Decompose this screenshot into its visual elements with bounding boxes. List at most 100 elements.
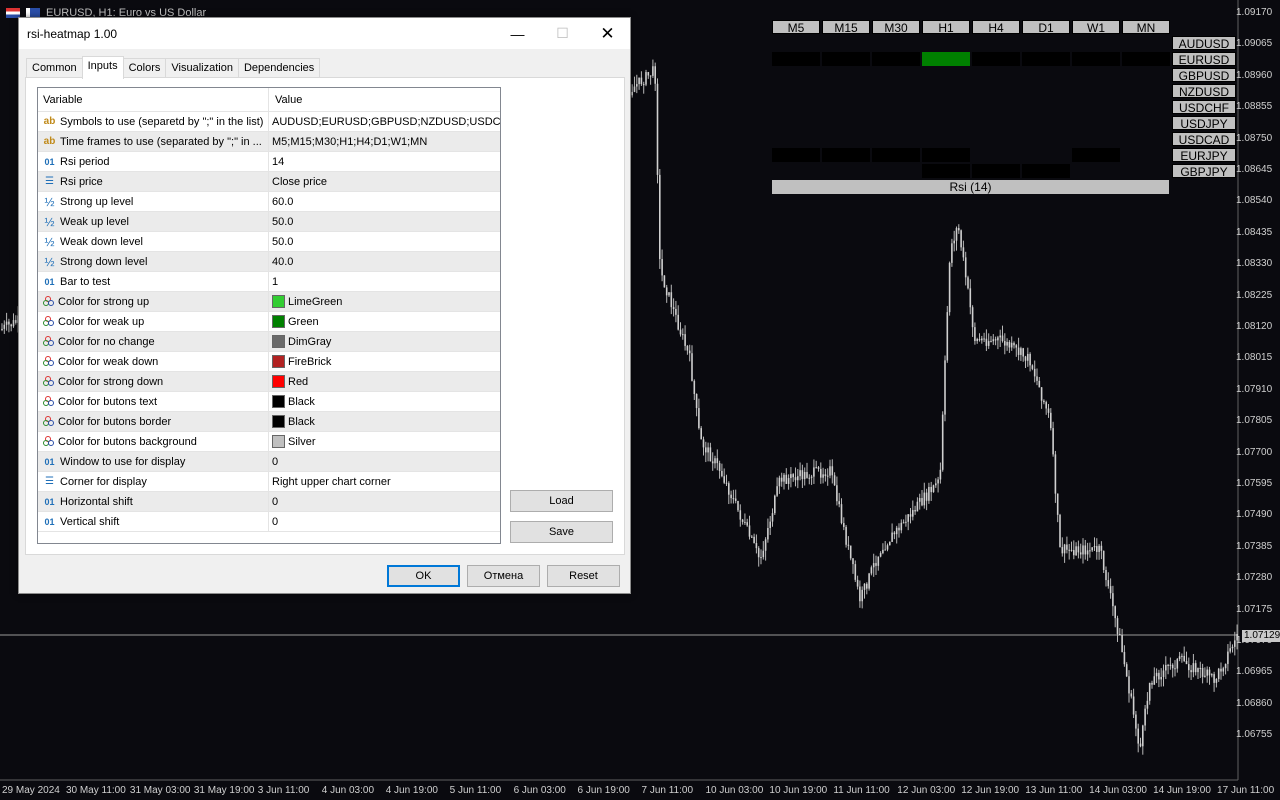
candle-body <box>797 476 799 481</box>
parameter-row[interactable]: Color for weak down FireBrick <box>38 352 500 372</box>
parameter-value-cell[interactable]: Red <box>269 372 500 391</box>
candle-body <box>1077 546 1080 553</box>
parameter-value-cell[interactable]: Silver <box>269 432 500 451</box>
timeframe-button-m15[interactable]: M15 <box>822 20 870 35</box>
parameter-row[interactable]: ab Time frames to use (separated by ";" i… <box>38 132 500 152</box>
symbol-button-gbpusd[interactable]: GBPUSD <box>1172 68 1236 83</box>
tab-dependencies[interactable]: Dependencies <box>237 58 321 79</box>
parameter-value-cell[interactable]: 50.0 <box>269 232 500 251</box>
candle-body <box>939 469 942 480</box>
parameter-row[interactable]: ☰ Corner for display Right upper chart cor… <box>38 472 500 492</box>
candle-body <box>633 86 636 92</box>
parameter-value-cell[interactable]: 0 <box>269 492 500 511</box>
parameter-row[interactable]: Color for butons text Black <box>38 392 500 412</box>
parameter-row[interactable]: 01 Bar to test 1 <box>38 272 500 292</box>
candle-body <box>1070 549 1073 551</box>
close-icon[interactable]: ✕ <box>585 18 630 49</box>
timeframe-button-d1[interactable]: D1 <box>1022 20 1070 35</box>
symbol-button-usdchf[interactable]: USDCHF <box>1172 100 1236 115</box>
parameter-row[interactable]: ½ Weak down level 50.0 <box>38 232 500 252</box>
candle-body <box>695 393 698 409</box>
reset-button[interactable]: Reset <box>547 565 620 587</box>
parameter-name-cell: Color for butons background <box>38 432 269 451</box>
timeframe-button-m5[interactable]: M5 <box>772 20 820 35</box>
candle-body <box>843 523 845 527</box>
candle-body <box>1029 353 1031 366</box>
parameter-value-cell[interactable]: 40.0 <box>269 252 500 271</box>
parameter-name-cell: ½ Weak down level <box>38 232 269 251</box>
parameter-value-cell[interactable]: LimeGreen <box>269 292 500 311</box>
parameter-value-cell[interactable]: 50.0 <box>269 212 500 231</box>
candle-body <box>652 66 654 76</box>
parameter-value-cell[interactable]: Green <box>269 312 500 331</box>
parameter-name: Color for butons background <box>58 435 197 448</box>
tab-inputs[interactable]: Inputs <box>81 56 124 79</box>
candle-body <box>1098 545 1100 552</box>
symbol-button-nzdusd[interactable]: NZDUSD <box>1172 84 1236 99</box>
column-header-value[interactable]: Value <box>269 88 500 111</box>
timeframe-button-h1[interactable]: H1 <box>922 20 970 35</box>
parameter-value-cell[interactable]: 0 <box>269 452 500 471</box>
price-axis-label: 1.07700 <box>1236 446 1273 458</box>
tab-colors[interactable]: Colors <box>122 58 167 79</box>
cancel-button[interactable]: Отмена <box>467 565 540 587</box>
candle-body <box>3 324 6 329</box>
color-swatch <box>272 375 285 388</box>
parameter-value: 50.0 <box>272 215 294 228</box>
parameter-row[interactable]: ½ Strong up level 60.0 <box>38 192 500 212</box>
minimize-icon[interactable]: — <box>495 18 540 49</box>
parameter-value-cell[interactable]: M5;M15;M30;H1;H4;D1;W1;MN <box>269 132 500 151</box>
candle-body <box>665 287 668 296</box>
symbol-button-usdcad[interactable]: USDCAD <box>1172 132 1236 147</box>
tab-visualization[interactable]: Visualization <box>165 58 239 79</box>
parameter-value: 0 <box>272 515 279 528</box>
parameter-row[interactable]: 01 Horizontal shift 0 <box>38 492 500 512</box>
save-button[interactable]: Save <box>510 521 613 543</box>
candle-body <box>1194 663 1197 673</box>
timeframe-button-mn[interactable]: MN <box>1122 20 1170 35</box>
maximize-icon[interactable]: ☐ <box>540 18 585 49</box>
parameter-value-cell[interactable]: Close price <box>269 172 500 191</box>
parameter-value-cell[interactable]: Black <box>269 392 500 411</box>
parameter-row[interactable]: 01 Window to use for display 0 <box>38 452 500 472</box>
parameter-value-cell[interactable]: 0 <box>269 512 500 531</box>
parameter-value-cell[interactable]: Right upper chart corner <box>269 472 500 491</box>
candle-body <box>1185 661 1188 665</box>
parameter-row[interactable]: Color for weak up Green <box>38 312 500 332</box>
parameter-value-cell[interactable]: AUDUSD;EURUSD;GBPUSD;NZDUSD;USDCH... <box>269 112 500 131</box>
timeframe-button-h4[interactable]: H4 <box>972 20 1020 35</box>
parameter-row[interactable]: Color for butons border Black <box>38 412 500 432</box>
parameter-row[interactable]: Color for no change DimGray <box>38 332 500 352</box>
symbol-button-usdjpy[interactable]: USDJPY <box>1172 116 1236 131</box>
load-button[interactable]: Load <box>510 490 613 512</box>
symbol-button-eurusd[interactable]: EURUSD <box>1172 52 1236 67</box>
parameter-row[interactable]: ½ Weak up level 50.0 <box>38 212 500 232</box>
heatmap-cell <box>822 52 870 66</box>
parameter-row[interactable]: Color for butons background Silver <box>38 432 500 452</box>
candle-body <box>976 339 978 342</box>
column-header-variable[interactable]: Variable <box>38 88 269 111</box>
parameter-row[interactable]: Color for strong up LimeGreen <box>38 292 500 312</box>
parameter-value-cell[interactable]: 1 <box>269 272 500 291</box>
parameter-row[interactable]: ½ Strong down level 40.0 <box>38 252 500 272</box>
ok-button[interactable]: OK <box>387 565 460 587</box>
parameter-value: FireBrick <box>288 355 332 368</box>
timeframe-button-w1[interactable]: W1 <box>1072 20 1120 35</box>
parameter-row[interactable]: 01 Rsi period 14 <box>38 152 500 172</box>
parameter-value-cell[interactable]: DimGray <box>269 332 500 351</box>
parameter-value-cell[interactable]: 60.0 <box>269 192 500 211</box>
symbol-button-eurjpy[interactable]: EURJPY <box>1172 148 1236 163</box>
parameter-value-cell[interactable]: 14 <box>269 152 500 171</box>
parameter-row[interactable]: 01 Vertical shift 0 <box>38 512 500 532</box>
parameter-value-cell[interactable]: FireBrick <box>269 352 500 371</box>
timeframe-button-m30[interactable]: M30 <box>872 20 920 35</box>
parameter-row[interactable]: ☰ Rsi price Close price <box>38 172 500 192</box>
parameter-value-cell[interactable]: Black <box>269 412 500 431</box>
symbol-button-gbpjpy[interactable]: GBPJPY <box>1172 164 1236 179</box>
candle-body <box>1063 544 1066 554</box>
parameter-row[interactable]: Color for strong down Red <box>38 372 500 392</box>
tab-common[interactable]: Common <box>26 58 83 79</box>
candle-body <box>1220 668 1222 672</box>
parameter-row[interactable]: ab Symbols to use (separetd by ";" in the… <box>38 112 500 132</box>
symbol-button-audusd[interactable]: AUDUSD <box>1172 36 1236 51</box>
